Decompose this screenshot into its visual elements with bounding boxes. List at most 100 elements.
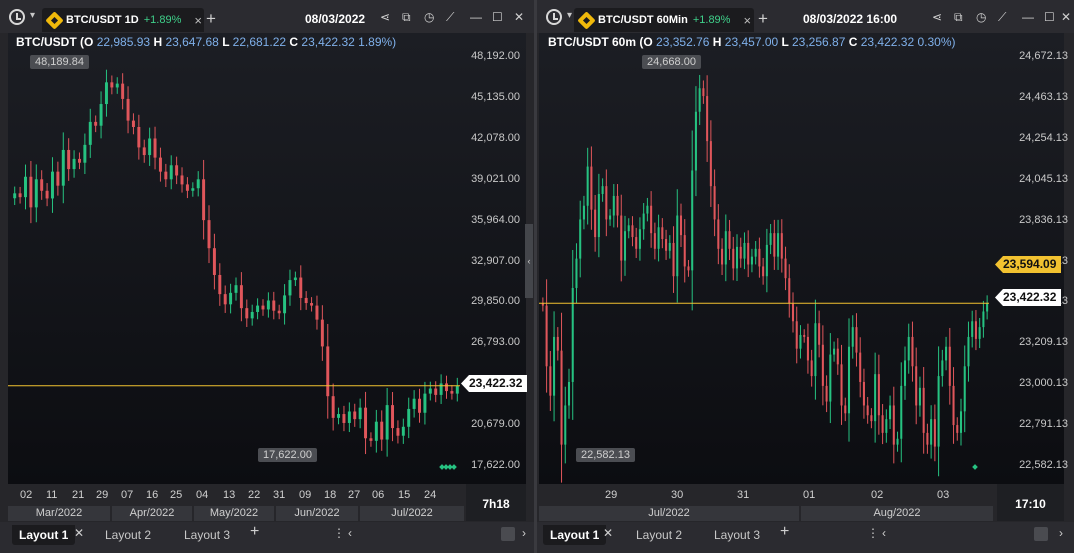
candlestick-chart[interactable]: [8, 33, 526, 484]
candle-body: [582, 205, 585, 220]
maximize-icon[interactable]: ☐: [492, 10, 503, 24]
candle: [83, 133, 87, 175]
candle: [229, 283, 233, 314]
candle: [859, 337, 862, 398]
scroll-thumb[interactable]: [1034, 527, 1048, 541]
time-axis-label: 09: [299, 489, 312, 501]
candle-body: [88, 121, 92, 145]
month-segment[interactable]: Mar/2022: [8, 506, 110, 521]
close-icon[interactable]: ✕: [514, 10, 524, 24]
candle: [825, 375, 828, 413]
share-icon[interactable]: ⋖: [380, 10, 390, 24]
history-icon[interactable]: ◷: [424, 10, 434, 24]
candle-body: [586, 166, 589, 206]
layout-tab-1[interactable]: Layout 1: [12, 525, 76, 545]
more-icon[interactable]: ⋮: [867, 526, 879, 540]
candle: [836, 338, 839, 375]
indicators-icon[interactable]: ⟋: [998, 10, 1006, 25]
add-layout-icon[interactable]: +: [250, 523, 259, 541]
candle: [735, 234, 739, 281]
time-axis-label: 22: [248, 489, 261, 501]
candle-body: [653, 233, 656, 249]
candle-body: [870, 415, 873, 422]
chart-tab[interactable]: BTC/USDT 1D +1.89% ×: [42, 8, 204, 32]
scroll-left-icon[interactable]: ‹: [882, 526, 886, 540]
month-segment[interactable]: Jul/2022: [539, 506, 799, 521]
scroll-right-icon[interactable]: ›: [1059, 526, 1063, 540]
tab-change: +1.89%: [692, 14, 731, 26]
candle: [982, 300, 985, 338]
indicators-icon[interactable]: ⟋: [446, 10, 454, 25]
layout-tab-2[interactable]: Layout 2: [636, 525, 682, 545]
minimize-icon[interactable]: —: [1022, 10, 1034, 24]
candle-body: [560, 350, 563, 445]
close-layout-icon[interactable]: ✕: [603, 526, 613, 540]
candle: [13, 186, 17, 206]
month-segment[interactable]: Apr/2022: [112, 506, 192, 521]
candle-body: [564, 405, 567, 445]
close-tab-icon[interactable]: ×: [194, 13, 202, 28]
close-layout-icon[interactable]: ✕: [74, 526, 84, 540]
candle-body: [702, 88, 705, 97]
collapse-handle[interactable]: ‹: [525, 224, 533, 298]
candle-body: [859, 352, 862, 382]
layout-tab-3[interactable]: Layout 3: [184, 525, 230, 545]
scroll-left-icon[interactable]: ‹: [348, 526, 352, 540]
add-tab-icon[interactable]: +: [206, 9, 216, 29]
month-segment[interactable]: Aug/2022: [801, 506, 993, 521]
month-scroller[interactable]: Jul/2022 Aug/2022: [539, 506, 997, 521]
candle-body: [627, 225, 630, 232]
layout-tab-3[interactable]: Layout 3: [714, 525, 760, 545]
candle: [840, 344, 843, 425]
time-interval-icon[interactable]: [9, 9, 25, 25]
history-icon[interactable]: ◷: [976, 10, 986, 24]
time-axis[interactable]: 29 30 31 01 02 03: [539, 484, 997, 506]
month-segment[interactable]: Jun/2022: [276, 506, 358, 521]
close-tab-icon[interactable]: ×: [743, 13, 751, 28]
add-layout-icon[interactable]: +: [780, 523, 789, 541]
maximize-icon[interactable]: ☐: [1044, 10, 1055, 24]
layout-tab-1[interactable]: Layout 1: [543, 525, 607, 545]
scroll-right-icon[interactable]: ›: [522, 526, 526, 540]
scroll-thumb[interactable]: [501, 527, 515, 541]
candle: [650, 191, 653, 248]
candle-body: [185, 184, 189, 191]
candle-body: [277, 310, 281, 314]
candle: [623, 215, 627, 276]
screenshot-icon[interactable]: ⧉: [954, 10, 963, 25]
layout-tab-2[interactable]: Layout 2: [105, 525, 151, 545]
close-icon[interactable]: ✕: [1061, 10, 1071, 24]
candle-body: [428, 388, 432, 394]
legend-open: 22,985.93: [96, 35, 151, 49]
more-icon[interactable]: ⋮: [333, 526, 345, 540]
candle-body: [131, 120, 135, 127]
month-segment[interactable]: May/2022: [194, 506, 274, 521]
candle-body: [175, 165, 179, 176]
minimize-icon[interactable]: —: [470, 10, 482, 24]
time-axis-label: 29: [96, 489, 109, 501]
chart-tab[interactable]: BTC/USDT 60Min +1.89% ×: [574, 8, 754, 32]
candlestick-chart[interactable]: [539, 33, 1064, 484]
trade-marker: [451, 464, 457, 470]
candle-body: [676, 215, 679, 277]
time-interval-icon[interactable]: [546, 9, 562, 25]
month-segment[interactable]: Jul/2022: [360, 506, 464, 521]
time-axis[interactable]: 02 11 21 29 07 16 25 04 13 22 31 09 18 27 06 15 24: [8, 484, 466, 506]
candle: [743, 232, 746, 270]
candle-body: [202, 179, 206, 221]
chart-toolbar: ▾ BTC/USDT 1D +1.89% × + 08/03/2022 ⋖ ⧉ …: [0, 0, 534, 33]
screenshot-icon[interactable]: ⧉: [402, 10, 411, 25]
add-tab-icon[interactable]: +: [758, 9, 768, 29]
candle-timer: 7h18: [466, 484, 526, 521]
chevron-down-icon[interactable]: ▾: [567, 10, 572, 21]
chevron-down-icon[interactable]: ▾: [30, 10, 35, 21]
candle: [556, 327, 559, 361]
chart-date: 08/03/2022: [305, 12, 366, 26]
candle-body: [900, 385, 903, 439]
share-icon[interactable]: ⋖: [932, 10, 942, 24]
candle-body: [780, 233, 783, 259]
candle-body: [803, 334, 806, 337]
month-scroller[interactable]: Mar/2022 Apr/2022 May/2022 Jun/2022 Jul/2022: [8, 506, 466, 521]
candle: [978, 317, 981, 349]
candle: [450, 385, 454, 400]
